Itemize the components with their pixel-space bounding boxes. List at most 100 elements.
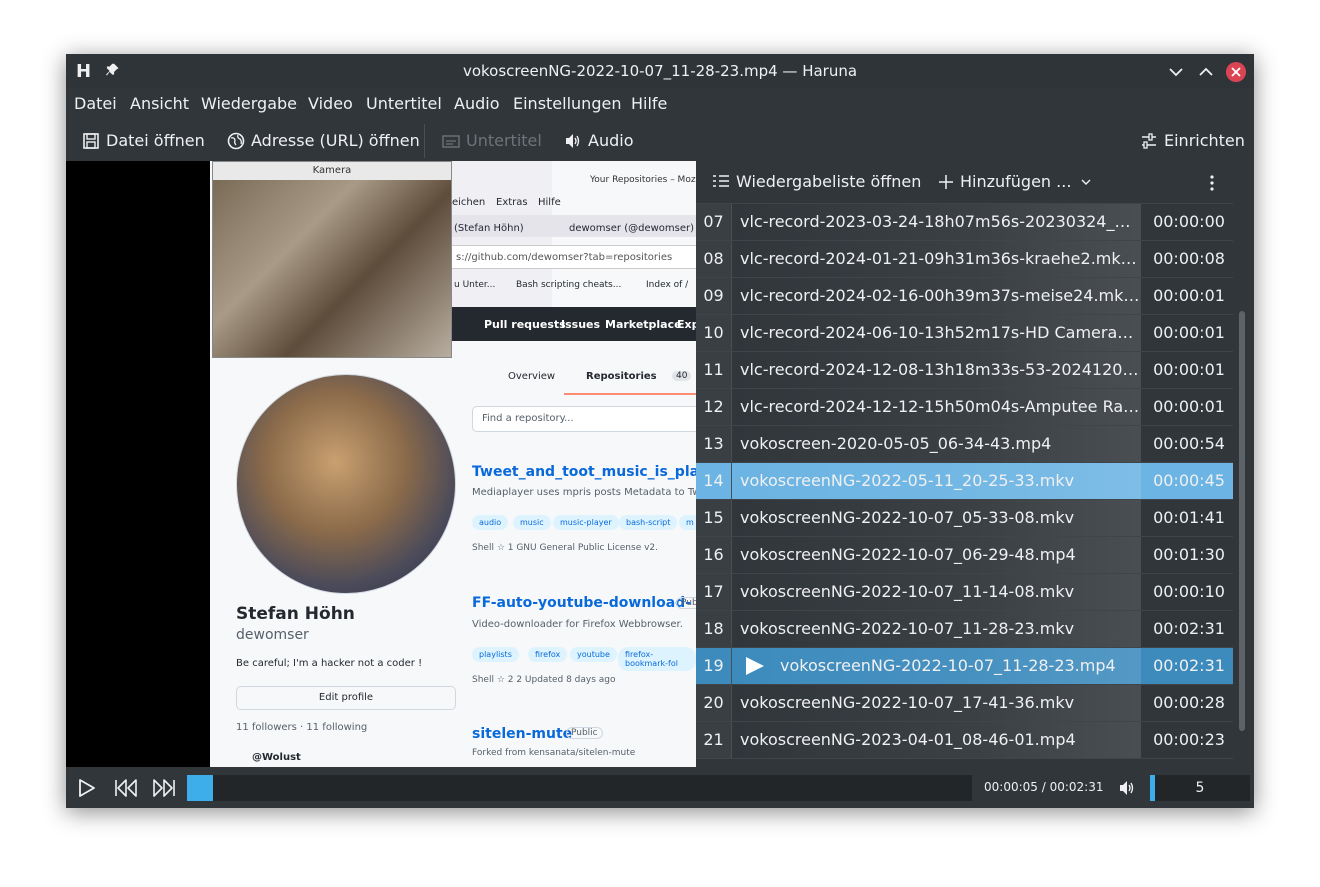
playlist-row-title: vlc-record-2024-01-21-09h31m36s-kraehe2.… (740, 249, 1140, 268)
plus-icon (939, 174, 953, 189)
save-icon (83, 133, 99, 149)
playlist-row-title: vokoscreenNG-2022-05-11_20-25-33.mkv (740, 471, 1075, 490)
gh-profile-bio: Be careful; I'm a hacker not a coder ! (236, 658, 423, 669)
open-file-button[interactable]: Datei öffnen (82, 130, 205, 152)
gh-nav-marketplace: Marketplace (605, 318, 682, 331)
playlist-icon (713, 174, 729, 187)
add-label: Hinzufügen ... (960, 172, 1072, 191)
window-title: vokoscreenNG-2022-10-07_11-28-23.mp4 — H… (462, 62, 858, 80)
menu-einstellungen[interactable]: Einstellungen (513, 94, 621, 113)
playlist-row[interactable]: 12 vlc-record-2024-12-12-15h50m04s-Ampute… (696, 389, 1233, 426)
gh-repo1-tag: audio (472, 515, 509, 530)
playlist-row[interactable]: 10 vlc-record-2024-06-10-13h52m17s-HD Cam… (696, 315, 1233, 352)
toolbar-separator (424, 124, 425, 158)
subtitles-button[interactable]: Untertitel (442, 130, 542, 152)
playlist-row-number: 21 (696, 722, 732, 758)
seek-bar[interactable] (187, 775, 972, 801)
bookmark-1: u Unter... (454, 280, 496, 290)
playlist-row-duration: 00:00:10 (1153, 582, 1225, 601)
playlist-scrollbar[interactable] (1239, 311, 1245, 731)
globe-icon (227, 132, 245, 150)
gh-repo2-title: FF-auto-youtube-download- (472, 595, 691, 611)
playlist-row-title: vlc-record-2024-12-12-15h50m04s-Amputee … (740, 397, 1140, 416)
gh-nav-explore: Exp (677, 318, 696, 331)
playlist-row[interactable]: 19 vokoscreenNG-2022-10-07_11-28-23.mp4 00… (696, 648, 1233, 685)
playlist-row[interactable]: 20 vokoscreenNG-2022-10-07_17-41-36.mkv 00… (696, 685, 1233, 722)
chevron-down-icon (1081, 179, 1091, 185)
volume-value: 5 (1195, 780, 1205, 796)
playlist-row-duration: 00:00:00 (1153, 212, 1225, 231)
playlist-row-duration: 00:00:01 (1153, 360, 1225, 379)
menu-hilfe[interactable]: Hilfe (631, 94, 667, 113)
browser-title: Your Repositories – Mozil (590, 175, 696, 185)
gh-repo1-title: Tweet_and_toot_music_is_playi (472, 464, 696, 480)
playlist-row[interactable]: 21 vokoscreenNG-2023-04-01_08-46-01.mp4 00… (696, 722, 1233, 759)
menu-untertitel[interactable]: Untertitel (366, 94, 442, 113)
gh-repo3-badge: Public (566, 727, 603, 739)
open-playlist-button[interactable]: Wiedergabeliste öffnen (712, 172, 921, 191)
gh-repo1-desc: Mediaplayer uses mpris posts Metadata to… (472, 487, 696, 498)
pin-icon[interactable] (106, 62, 122, 80)
playlist-row[interactable]: 13 vokoscreen-2020-05-05_06-34-43.mp4 00:0… (696, 426, 1233, 463)
playlist-panel: 06vlc-record-2022-02-28-15h01m46s-v4l2__… (696, 161, 1254, 767)
playlist-row[interactable]: 17 vokoscreenNG-2022-10-07_11-14-08.mkv 00… (696, 574, 1233, 611)
skip-previous-icon[interactable] (114, 778, 138, 798)
playlist-row[interactable]: 08 vlc-record-2024-01-21-09h31m36s-kraehe… (696, 241, 1233, 278)
skip-next-icon[interactable] (152, 778, 176, 798)
browser-tab-1: (Stefan Höhn) (454, 223, 524, 234)
gh-followers: 11 followers · 11 following (236, 722, 368, 733)
playlist-row[interactable]: 18 vokoscreenNG-2022-10-07_11-28-23.mkv 00… (696, 611, 1233, 648)
playlist-row[interactable]: 14 vokoscreenNG-2022-05-11_20-25-33.mkv 00… (696, 463, 1233, 500)
subtitles-icon (442, 135, 460, 148)
maximize-icon[interactable] (1196, 62, 1216, 82)
speaker-icon (566, 134, 580, 148)
menu-audio[interactable]: Audio (454, 94, 499, 113)
gh-tab-repositories: Repositories (586, 371, 657, 382)
playlist-row-number: 11 (696, 352, 732, 388)
playlist-row[interactable]: 16 vokoscreenNG-2022-10-07_06-29-48.mp4 00… (696, 537, 1233, 574)
github-nav: Pull requests Issues Marketplace Exp (450, 307, 696, 341)
playlist-row-title: vokoscreenNG-2022-10-07_05-33-08.mkv (740, 508, 1075, 527)
open-url-button[interactable]: Adresse (URL) öffnen (227, 130, 420, 152)
gh-handle: @Wolust (252, 752, 301, 763)
menu-datei[interactable]: Datei (74, 94, 117, 113)
configure-button[interactable]: Einrichten (1140, 130, 1245, 152)
gh-find-repo: Find a repository... (472, 406, 696, 432)
add-button[interactable]: Hinzufügen ... (938, 172, 1093, 191)
close-icon[interactable] (1226, 62, 1246, 82)
playlist-row-title: vlc-record-2024-06-10-13h52m17s-HD Camer… (740, 323, 1140, 342)
audio-button[interactable]: Audio (564, 130, 633, 152)
gh-repo2-tag: youtube (570, 647, 617, 662)
playlist-row-duration: 00:00:08 (1153, 249, 1225, 268)
play-icon[interactable] (78, 778, 96, 798)
subtitles-label: Untertitel (466, 131, 542, 150)
playlist-row-duration: 00:00:01 (1153, 397, 1225, 416)
volume-icon[interactable] (1118, 779, 1138, 797)
video-area[interactable]: Your Repositories – Mozil eichen Extras … (66, 161, 696, 767)
volume-slider[interactable]: 5 (1150, 775, 1250, 801)
minimize-icon[interactable] (1166, 62, 1186, 82)
gh-repo1-tag: music (513, 515, 551, 530)
playlist-row-number: 13 (696, 426, 732, 462)
gh-repo2-desc: Video-downloader for Firefox Webbrowser. (472, 619, 683, 630)
playlist-row[interactable]: 11 vlc-record-2024-12-08-13h18m33s-53-202… (696, 352, 1233, 389)
playlist-row[interactable]: 07 vlc-record-2023-03-24-18h07m56s-202303… (696, 204, 1233, 241)
audio-label: Audio (588, 131, 634, 150)
gh-profile-login: dewomser (236, 627, 309, 643)
control-bar: 00:00:05 / 00:02:31 5 (66, 767, 1254, 808)
menu-ansicht[interactable]: Ansicht (130, 94, 189, 113)
playlist-row-number: 07 (696, 204, 732, 240)
seek-bar-progress (187, 775, 213, 801)
haruna-app-icon[interactable]: H (76, 63, 94, 81)
playlist-row[interactable]: 15 vokoscreenNG-2022-10-07_05-33-08.mkv 00… (696, 500, 1233, 537)
playlist-row-number: 10 (696, 315, 732, 351)
gh-repo2-meta: Shell ☆ 2 2 Updated 8 days ago (472, 675, 616, 685)
camera-title: Kamera (213, 162, 451, 180)
configure-label: Einrichten (1164, 131, 1245, 150)
menu-wiedergabe[interactable]: Wiedergabe (201, 94, 297, 113)
playlist-row[interactable]: 09 vlc-record-2024-02-16-00h39m37s-meise2… (696, 278, 1233, 315)
gh-repo3-desc: Forked from kensanata/sitelen-mute (472, 748, 636, 758)
now-playing-icon (746, 657, 764, 675)
menu-video[interactable]: Video (308, 94, 353, 113)
overflow-menu-icon[interactable] (1208, 174, 1216, 192)
